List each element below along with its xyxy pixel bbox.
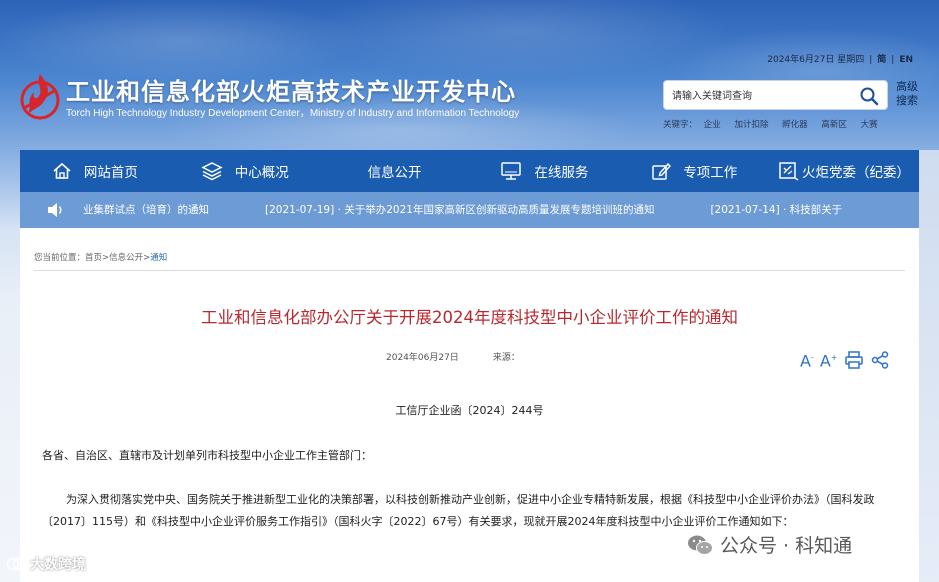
home-icon	[53, 162, 71, 179]
article-meta: 2024年06月27日 来源：	[386, 350, 520, 363]
monitor-icon	[501, 162, 522, 180]
keyword-link[interactable]: 高新区	[821, 120, 847, 130]
ticker-track: 业集群试点（培育）的通知 [2021-07-19] · 关于举办2021年国家高新…	[83, 202, 919, 217]
article-title: 工业和信息化部办公厅关于开展2024年度科技型中小企业评价工作的通知	[201, 308, 738, 327]
party-icon	[779, 162, 799, 181]
article-salutation: 各省、自治区、直辖市及计划单列市科技型中小企业工作主管部门：	[42, 449, 372, 462]
date-language-bar: 2024年6月27日 星期四 | 简 | EN	[767, 55, 913, 65]
wechat-icon	[688, 535, 713, 555]
breadcrumb-label: 您当前位置：	[34, 253, 86, 263]
layers-icon	[201, 162, 223, 181]
site-header: 工业和信息化部火炬高技术产业开发中心 Torch High Technology…	[0, 0, 939, 150]
ticker-item[interactable]: [2021-07-19] · 关于举办2021年国家高新区创新驱动高质量发展专题…	[265, 204, 654, 216]
watermark-right-text: 公众号 · 科知通	[720, 535, 853, 557]
breadcrumb-home[interactable]: 首页	[85, 253, 102, 263]
article-body: 为深入贯彻落实党中央、国务院关于推进新型工业化的决策部署，以科技创新推动产业创新…	[42, 493, 875, 528]
breadcrumb-divider	[34, 270, 905, 271]
keyword-link[interactable]: 孵化器	[782, 120, 808, 130]
keyword-bar: 关键字： 企业 加计扣除 孵化器 高新区 大赛	[663, 118, 889, 130]
nav-item-home[interactable]: 网站首页	[20, 150, 170, 192]
breadcrumb-current[interactable]: 通知	[150, 253, 167, 263]
ticker-item[interactable]: [2021-07-14] · 科技部关于	[710, 204, 842, 216]
keyword-link[interactable]: 加计扣除	[734, 120, 768, 130]
ticker-item[interactable]: 业集群试点（培育）的通知	[83, 204, 209, 216]
article-tools: A- A+	[800, 348, 890, 371]
nav-item-online-service[interactable]: 在线服务	[469, 150, 619, 192]
watermark-left-text: 大数跨境	[30, 557, 86, 573]
current-date: 2024年6月27日 星期四	[767, 55, 865, 65]
lang-simplified-link[interactable]: 简	[877, 55, 886, 65]
search-input[interactable]	[672, 87, 857, 105]
watermark-right: 公众号 · 科知通	[686, 531, 852, 558]
advanced-search-link[interactable]: 高级搜索	[896, 80, 924, 108]
page-side-background	[919, 150, 939, 582]
nav-label: 专项工作	[683, 165, 738, 181]
nav-label: 中心概况	[234, 165, 289, 181]
nav-item-special-work[interactable]: 专项工作	[619, 150, 769, 192]
nav-label: 火炬党委（纪委）	[802, 165, 911, 181]
search-box	[663, 80, 888, 110]
main-nav: 网站首页 中心概况 信息公开 在线服务 专项工作 火炬党委（纪委）	[20, 150, 919, 192]
torch-logo-icon[interactable]	[18, 70, 64, 122]
speaker-icon	[48, 203, 62, 217]
keywords-label: 关键字：	[663, 120, 698, 130]
nav-label: 信息公开	[367, 165, 422, 181]
site-title[interactable]: 工业和信息化部火炬高技术产业开发中心	[66, 72, 516, 107]
nav-item-party-committee[interactable]: 火炬党委（纪委）	[769, 150, 919, 192]
share-icon[interactable]	[870, 350, 890, 370]
document-number: 工信厅企业函〔2024〕244号	[395, 404, 544, 417]
source-label: 来源：	[492, 353, 520, 363]
font-increase-button[interactable]: A+	[820, 348, 838, 371]
watermark-left: 大数跨境	[6, 554, 86, 574]
keyword-link[interactable]: 大赛	[861, 120, 878, 130]
edit-icon	[652, 162, 672, 180]
nav-item-info-disclosure[interactable]: 信息公开	[320, 150, 470, 192]
breadcrumb-section[interactable]: 信息公开	[109, 253, 143, 263]
article-panel: 您当前位置：首页>信息公开>通知 工业和信息化部办公厅关于开展2024年度科技型…	[20, 228, 919, 582]
search-icon[interactable]	[859, 86, 879, 106]
publish-date: 2024年06月27日	[386, 353, 459, 363]
keyword-link[interactable]: 企业	[704, 120, 721, 130]
news-ticker: 业集群试点（培育）的通知 [2021-07-19] · 关于举办2021年国家高新…	[20, 192, 919, 228]
font-decrease-button[interactable]: A-	[800, 348, 814, 371]
breadcrumb: 您当前位置：首页>信息公开>通知	[34, 251, 167, 263]
watermark-logo-icon	[6, 557, 26, 571]
nav-label: 网站首页	[83, 165, 138, 181]
nav-label: 在线服务	[534, 165, 589, 181]
site-subtitle-en: Torch High Technology Industry Developme…	[66, 108, 520, 119]
print-icon[interactable]	[844, 350, 864, 370]
lang-en-link[interactable]: EN	[899, 55, 913, 65]
nav-item-overview[interactable]: 中心概况	[170, 150, 320, 192]
